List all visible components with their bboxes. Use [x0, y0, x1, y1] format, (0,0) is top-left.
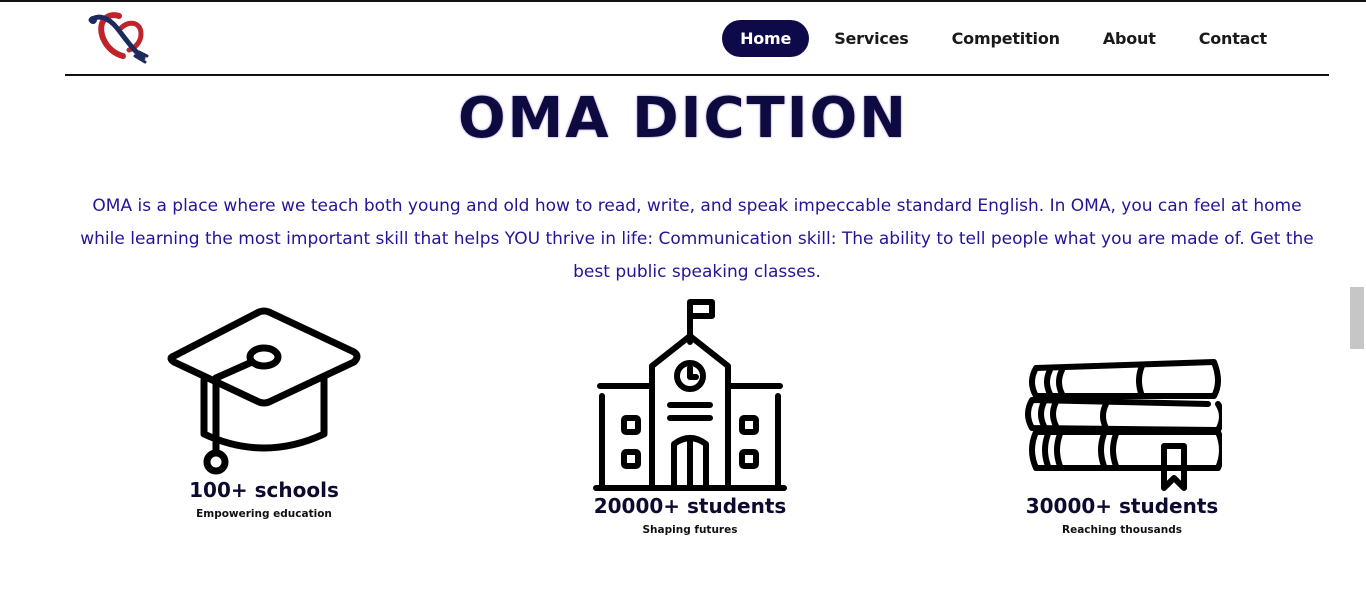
scrollbar-thumb[interactable]	[1350, 287, 1364, 349]
main-nav: Home Services Competition About Contact	[715, 18, 1329, 58]
stat-students-30000: 30000+ students Reaching thousands	[1022, 352, 1222, 536]
nav-contact-link[interactable]: Contact	[1181, 20, 1285, 57]
stat-value: 30000+ students	[1025, 494, 1219, 518]
stat-caption: Reaching thousands	[1062, 524, 1182, 536]
stat-caption: Empowering education	[196, 508, 332, 520]
nav-home-link[interactable]: Home	[722, 19, 810, 57]
nav-competition-link[interactable]: Competition	[934, 20, 1078, 57]
intro-paragraph: OMA is a place where we teach both young…	[80, 196, 1314, 282]
nav-services-link[interactable]: Services	[816, 20, 926, 57]
books-stack-icon	[1025, 359, 1222, 491]
graduation-cap-icon	[167, 307, 361, 475]
stat-caption: Shaping futures	[642, 524, 738, 536]
stat-value: 20000+ students	[593, 494, 787, 518]
site-header: Home Services Competition About Contact	[65, 2, 1329, 76]
oma-logo[interactable]	[85, 8, 155, 66]
page-scrollbar[interactable]	[1349, 74, 1366, 589]
stat-students-20000: 20000+ students Shaping futures	[590, 298, 790, 536]
school-building-icon	[593, 299, 787, 491]
nav-about-link[interactable]: About	[1085, 20, 1174, 57]
hero-title: OMA DICTION	[457, 86, 909, 151]
stat-schools: 100+ schools Empowering education	[164, 302, 364, 520]
stat-value: 100+ schools	[189, 478, 339, 502]
